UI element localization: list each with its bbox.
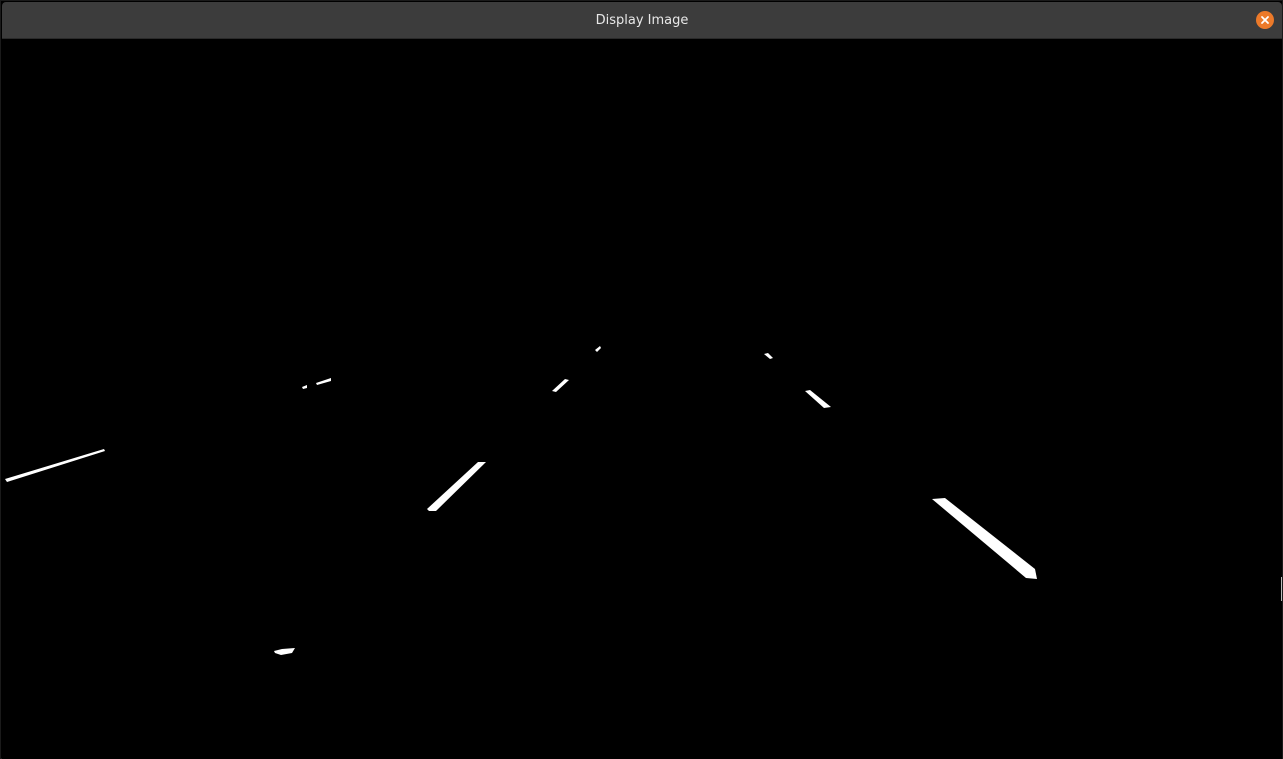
close-button[interactable] (1256, 11, 1274, 29)
close-icon (1261, 16, 1269, 24)
image-canvas (2, 39, 1282, 759)
title-bar[interactable]: Display Image (2, 2, 1282, 39)
window-title: Display Image (595, 13, 689, 28)
display-image-window: Display Image (0, 0, 1283, 759)
edge-artifact (1281, 577, 1282, 601)
lane-mask-image (2, 39, 1282, 759)
